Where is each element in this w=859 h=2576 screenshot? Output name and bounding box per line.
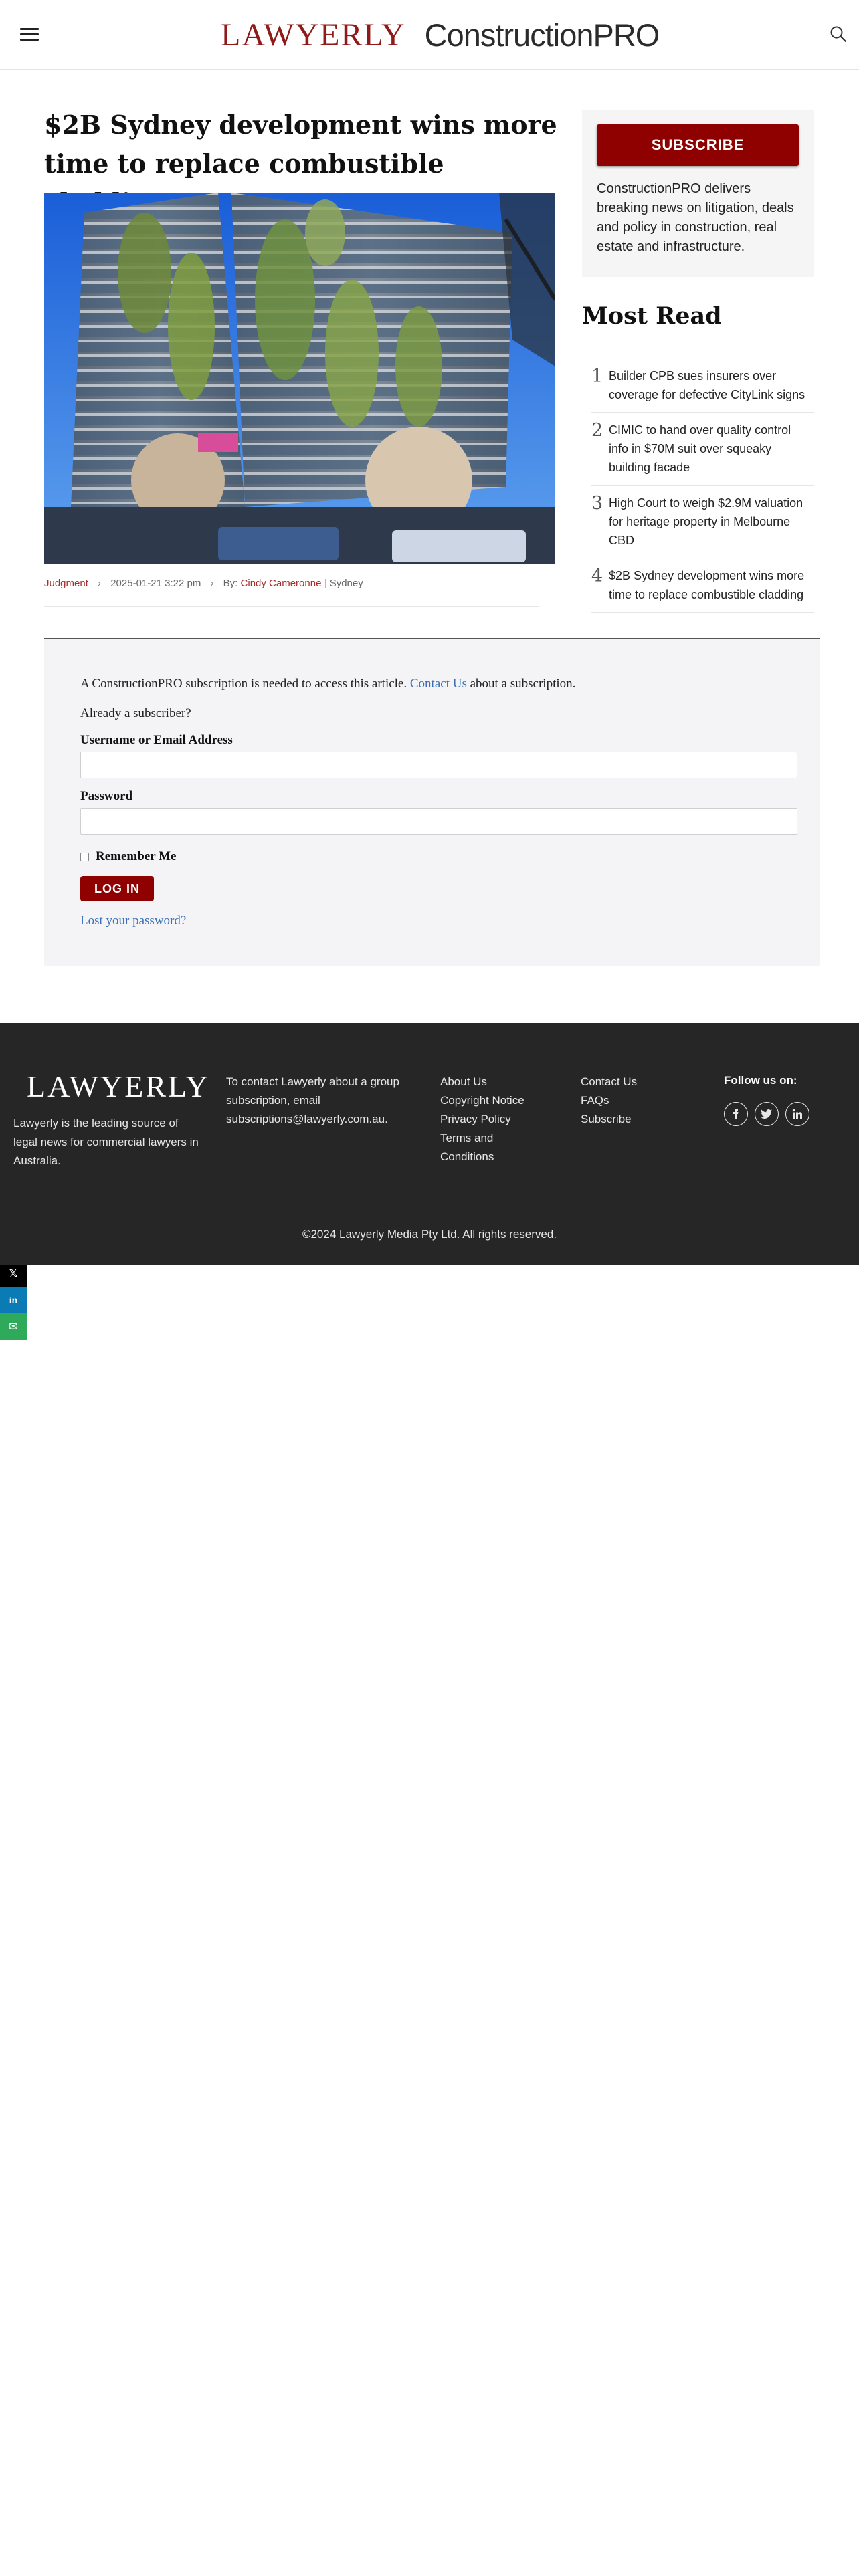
paywall-login-panel: A ConstructionPRO subscription is needed… [44, 639, 820, 966]
contact-us-link[interactable]: Contact Us [410, 677, 467, 691]
remember-me-checkbox[interactable] [80, 852, 89, 861]
meta-separator: › [210, 578, 214, 589]
footer-link-faqs[interactable]: FAQs [581, 1091, 694, 1110]
footer-links-col2: Contact Us FAQs Subscribe [581, 1073, 694, 1129]
site-footer: LAWYERLY Lawyerly is the leading source … [0, 1023, 859, 1265]
twitter-icon[interactable] [755, 1102, 779, 1126]
by-label: By: [223, 578, 238, 589]
password-input[interactable] [80, 808, 797, 835]
footer-link-copyright[interactable]: Copyright Notice [440, 1091, 554, 1110]
subscribe-button[interactable]: SUBSCRIBE [597, 124, 799, 166]
footer-link-terms[interactable]: Terms and Conditions [440, 1129, 507, 1166]
list-item-number: 1 [591, 366, 603, 387]
notice-text-end: about a subscription. [470, 677, 576, 691]
footer-logo[interactable]: LAWYERLY [27, 1069, 210, 1104]
email-share-button[interactable]: ✉ [0, 1313, 27, 1340]
footer-link-contact[interactable]: Contact Us [581, 1073, 694, 1091]
article-location: Sydney [329, 578, 363, 589]
menu-icon[interactable] [20, 28, 39, 41]
most-read-link[interactable]: Builder CPB sues insurers over coverage … [609, 366, 814, 404]
list-item[interactable]: 3 High Court to weigh $2.9M valuation fo… [591, 486, 814, 558]
list-item[interactable]: 1 Builder CPB sues insurers over coverag… [591, 358, 814, 413]
footer-link-subscribe[interactable]: Subscribe [581, 1110, 694, 1129]
subscribe-description: ConstructionPRO delivers breaking news o… [597, 181, 794, 254]
password-label: Password [80, 789, 133, 803]
remember-me-label: Remember Me [96, 849, 177, 863]
article-meta: Judgment › 2025-01-21 3:22 pm › By: Cind… [44, 578, 363, 589]
most-read-heading: Most Read [582, 302, 722, 330]
footer-link-about[interactable]: About Us [440, 1073, 554, 1091]
remember-me: Remember Me [80, 849, 176, 864]
email-icon: ✉ [9, 1321, 18, 1333]
author-link[interactable]: Cindy Cameronne [241, 578, 322, 589]
article-timestamp: 2025-01-21 3:22 pm [110, 578, 201, 589]
notice-text: A ConstructionPRO subscription is needed… [80, 677, 407, 691]
site-logo[interactable]: LAWYERLY ConstructionPRO [221, 16, 660, 53]
already-subscriber-text: Already a subscriber? [80, 706, 191, 720]
linkedin-icon: in [9, 1295, 18, 1305]
list-item-number: 2 [591, 420, 603, 441]
linkedin-share-button[interactable]: in [0, 1287, 27, 1313]
username-input[interactable] [80, 752, 797, 778]
meta-separator: › [98, 578, 102, 589]
most-read-link[interactable]: High Court to weigh $2.9M valuation for … [609, 494, 814, 550]
brand-lawyerly: LAWYERLY [221, 17, 406, 53]
article-hero-image [44, 193, 555, 564]
list-item[interactable]: 4 $2B Sydney development wins more time … [591, 558, 814, 613]
list-item-number: 3 [591, 493, 603, 514]
facebook-icon[interactable] [724, 1102, 748, 1126]
follow-us-label: Follow us on: [724, 1074, 797, 1087]
site-header: LAWYERLY ConstructionPRO [0, 0, 859, 70]
footer-links-col1: About Us Copyright Notice Privacy Policy… [440, 1073, 554, 1166]
username-label: Username or Email Address [80, 733, 233, 747]
x-icon: 𝕏 [9, 1268, 18, 1279]
footer-link-privacy[interactable]: Privacy Policy [440, 1110, 554, 1129]
most-read-link[interactable]: CIMIC to hand over quality control info … [609, 421, 814, 477]
meta-divider [44, 606, 539, 607]
most-read-link[interactable]: $2B Sydney development wins more time to… [609, 566, 814, 604]
brand-constructionpro: ConstructionPRO [424, 17, 660, 53]
subscribe-box: SUBSCRIBE ConstructionPRO delivers break… [582, 110, 814, 277]
footer-social-icons [724, 1102, 816, 1126]
login-button[interactable]: LOG IN [80, 876, 154, 901]
lost-password-link[interactable]: Lost your password? [80, 914, 186, 928]
list-item[interactable]: 2 CIMIC to hand over quality control inf… [591, 413, 814, 486]
subscription-notice: A ConstructionPRO subscription is needed… [80, 677, 575, 691]
linkedin-icon[interactable] [785, 1102, 809, 1126]
footer-description: Lawyerly is the leading source of legal … [13, 1117, 199, 1167]
list-item-number: 4 [591, 566, 603, 586]
footer-contact-text: To contact Lawyerly about a group subscr… [226, 1075, 399, 1125]
article-category-link[interactable]: Judgment [44, 578, 88, 589]
footer-copyright: ©2024 Lawyerly Media Pty Ltd. All rights… [302, 1228, 557, 1241]
most-read-list: 1 Builder CPB sues insurers over coverag… [591, 358, 814, 613]
search-icon[interactable] [830, 25, 847, 43]
